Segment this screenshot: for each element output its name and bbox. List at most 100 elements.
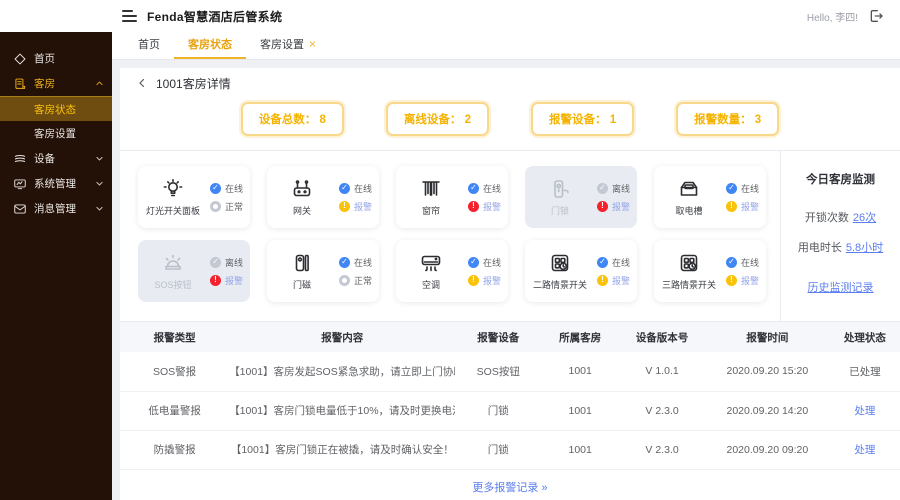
device-section: 灯光开关面板 ✓ 在线 正常 网关 ✓ 在线! 报警 窗帘 ✓ 在线! 报警 门锁 ✓ 离线! 报警 取电槽 ✓ 在… — [120, 151, 900, 321]
tab-close-icon[interactable]: × — [309, 38, 316, 50]
device-status: ✓ 在线 — [725, 256, 759, 269]
device-status: ✓ 在线 — [596, 256, 630, 269]
sidebar-item-label: 设备 — [34, 153, 55, 165]
sidebar-item-1[interactable]: 客房 — [0, 71, 112, 96]
device-grid: 灯光开关面板 ✓ 在线 正常 网关 ✓ 在线! 报警 窗帘 ✓ 在线! 报警 门锁 ✓ 离线! 报警 取电槽 ✓ 在… — [120, 151, 780, 321]
blue-check-icon: ✓ — [467, 182, 479, 194]
room-detail-panel: 1001客房详情 设备总数： 8 离线设备： 2 报警设备： 1 报警数量： 3 灯光… — [120, 68, 900, 500]
ac-icon — [419, 251, 443, 275]
room-monitor-panel: 今日客房监测 开锁次数 26次 用电时长 5.8小时 历史监测记录 — [780, 151, 900, 321]
tab-0[interactable]: 首页 — [124, 30, 174, 59]
tab-bar: 首页 客房状态 客房设置 × — [112, 32, 900, 60]
sidebar-item-label: 消息管理 — [34, 203, 76, 215]
cell-content: 【1001】客房发起SOS紧急求助，请立即上门协助！ — [229, 352, 456, 392]
sidebar-item-4[interactable]: 设备 — [0, 146, 112, 171]
logout-icon[interactable] — [868, 8, 884, 24]
device-label: 网关 — [292, 206, 311, 216]
gateway-icon — [290, 177, 314, 201]
device-status: ✓ 在线 — [467, 182, 501, 195]
status-text: 报警 — [353, 201, 372, 212]
blue-check-icon: ✓ — [467, 256, 479, 268]
device-status: ✓ 离线 — [209, 256, 243, 269]
device-status: ! 报警 — [338, 200, 372, 213]
device-label: 门锁 — [550, 206, 569, 216]
stat-box-0: 设备总数： 8 — [240, 102, 344, 136]
cell-room: 1001 — [541, 391, 620, 431]
tab-label: 客房设置 — [260, 39, 304, 51]
sidebar-item-0[interactable]: 首页 — [0, 46, 112, 71]
red-alert-icon: ! — [467, 200, 479, 212]
app-title: Fenda智慧酒店后管系统 — [147, 9, 283, 24]
history-monitor-link[interactable]: 历史监测记录 — [808, 279, 874, 295]
tab-2[interactable]: 客房设置 × — [246, 30, 330, 59]
table-row: 防撬警报 【1001】客房门锁正在被撬，请及时确认安全！ 门锁 1001 V 2.3.0… — [120, 430, 900, 470]
tab-label: 客房状态 — [188, 39, 232, 51]
device-card-1[interactable]: 网关 ✓ 在线 ! 报警 — [267, 166, 379, 228]
cell-type: 防撬警报 — [120, 430, 230, 470]
status-text: 报警 — [224, 275, 243, 286]
cell-version: V 1.0.1 — [619, 352, 705, 392]
device-icon — [13, 152, 27, 166]
table-header-1: 报警内容 — [229, 322, 456, 352]
table-header-4: 设备版本号 — [619, 322, 705, 352]
status-text: 报警 — [482, 201, 501, 212]
table-row: 低电量警报 【1001】客房门锁电量低于10%，请及时更换电池！ 门锁 1001 V 2… — [120, 391, 900, 431]
device-card-5[interactable]: SOS按钮 ✓ 离线! 报警 — [138, 240, 250, 302]
sidebar-item-3[interactable]: 客房设置 — [0, 121, 112, 146]
device-card-9[interactable]: 三路情景开关 ✓ 在线! 报警 — [654, 240, 766, 302]
handle-link[interactable]: 处理 — [854, 444, 875, 456]
device-label: 三路情景开关 — [661, 280, 716, 290]
monitor-value-link[interactable]: 26次 — [853, 212, 876, 224]
menu-toggle-icon[interactable] — [122, 10, 137, 22]
device-status: ✓ 在线 — [467, 256, 501, 269]
device-card-7[interactable]: 空调 ✓ 在线 ! 报警 — [396, 240, 508, 302]
sidebar-item-2[interactable]: 客房状态 — [0, 96, 112, 121]
more-alarms-link[interactable]: 更多报警记录 » — [120, 470, 900, 495]
device-label: 空调 — [421, 280, 440, 290]
monitor-label: 开锁次数 — [804, 212, 849, 224]
device-card-6[interactable]: 门磁 ✓ 在线 正常 — [267, 240, 379, 302]
device-card-4[interactable]: 取电槽 ✓ 在线! 报警 — [654, 166, 766, 228]
yellow-alert-icon: ! — [725, 200, 737, 212]
device-card-0[interactable]: 灯光开关面板 ✓ 在线 正常 — [138, 166, 250, 228]
cell-content: 【1001】客房门锁正在被撬，请及时确认安全！ — [229, 430, 456, 470]
sidebar-item-5[interactable]: 系统管理 — [0, 171, 112, 196]
device-status: ! 报警 — [467, 274, 501, 287]
stats-row: 设备总数： 8 离线设备： 2 报警设备： 1 报警数量： 3 — [120, 98, 900, 150]
cell-status: 已处理 — [829, 352, 900, 392]
sidebar-item-label: 客房 — [34, 78, 55, 90]
device-label: 窗帘 — [421, 206, 440, 216]
status-text: 在线 — [482, 183, 501, 194]
yellow-alert-icon: ! — [596, 274, 608, 286]
device-status: ✓ 离线 — [596, 182, 630, 195]
top-header: Fenda智慧酒店后管系统 Hello, 李四! — [0, 0, 900, 32]
device-card-3[interactable]: 门锁 ✓ 离线! 报警 — [525, 166, 637, 228]
tab-1[interactable]: 客房状态 — [174, 30, 246, 59]
device-status: ✓ 在线 — [338, 182, 372, 195]
chevron-up-icon — [95, 79, 104, 88]
sidebar-item-label: 系统管理 — [34, 178, 76, 190]
red-alert-icon: ! — [596, 200, 608, 212]
device-card-8[interactable]: 二路情景开关 ✓ 在线! 报警 — [525, 240, 637, 302]
monitor-title: 今日客房监测 — [806, 174, 875, 186]
sidebar-item-label: 客房状态 — [34, 103, 76, 116]
handle-link[interactable]: 处理 — [854, 405, 875, 417]
status-text: 报警 — [740, 201, 759, 212]
chevron-down-icon — [95, 204, 104, 213]
status-text: 报警 — [611, 275, 630, 286]
yellow-alert-icon: ! — [467, 274, 479, 286]
status-text: 离线 — [224, 257, 243, 268]
device-label: SOS按钮 — [154, 280, 192, 290]
cell-type: SOS警报 — [120, 352, 230, 392]
back-icon[interactable] — [136, 77, 148, 89]
breadcrumb: 1001客房详情 — [120, 68, 900, 98]
cell-version: V 2.3.0 — [619, 391, 705, 431]
table-header-3: 所属客房 — [541, 322, 620, 352]
light-panel-icon — [161, 177, 185, 201]
monitor-value-link[interactable]: 5.8小时 — [846, 242, 883, 254]
sidebar-item-6[interactable]: 消息管理 — [0, 196, 112, 221]
status-text: 报警 — [611, 201, 630, 212]
cell-device: 门锁 — [455, 430, 542, 470]
device-card-2[interactable]: 窗帘 ✓ 在线! 报警 — [396, 166, 508, 228]
sidebar-item-label: 首页 — [34, 53, 55, 65]
